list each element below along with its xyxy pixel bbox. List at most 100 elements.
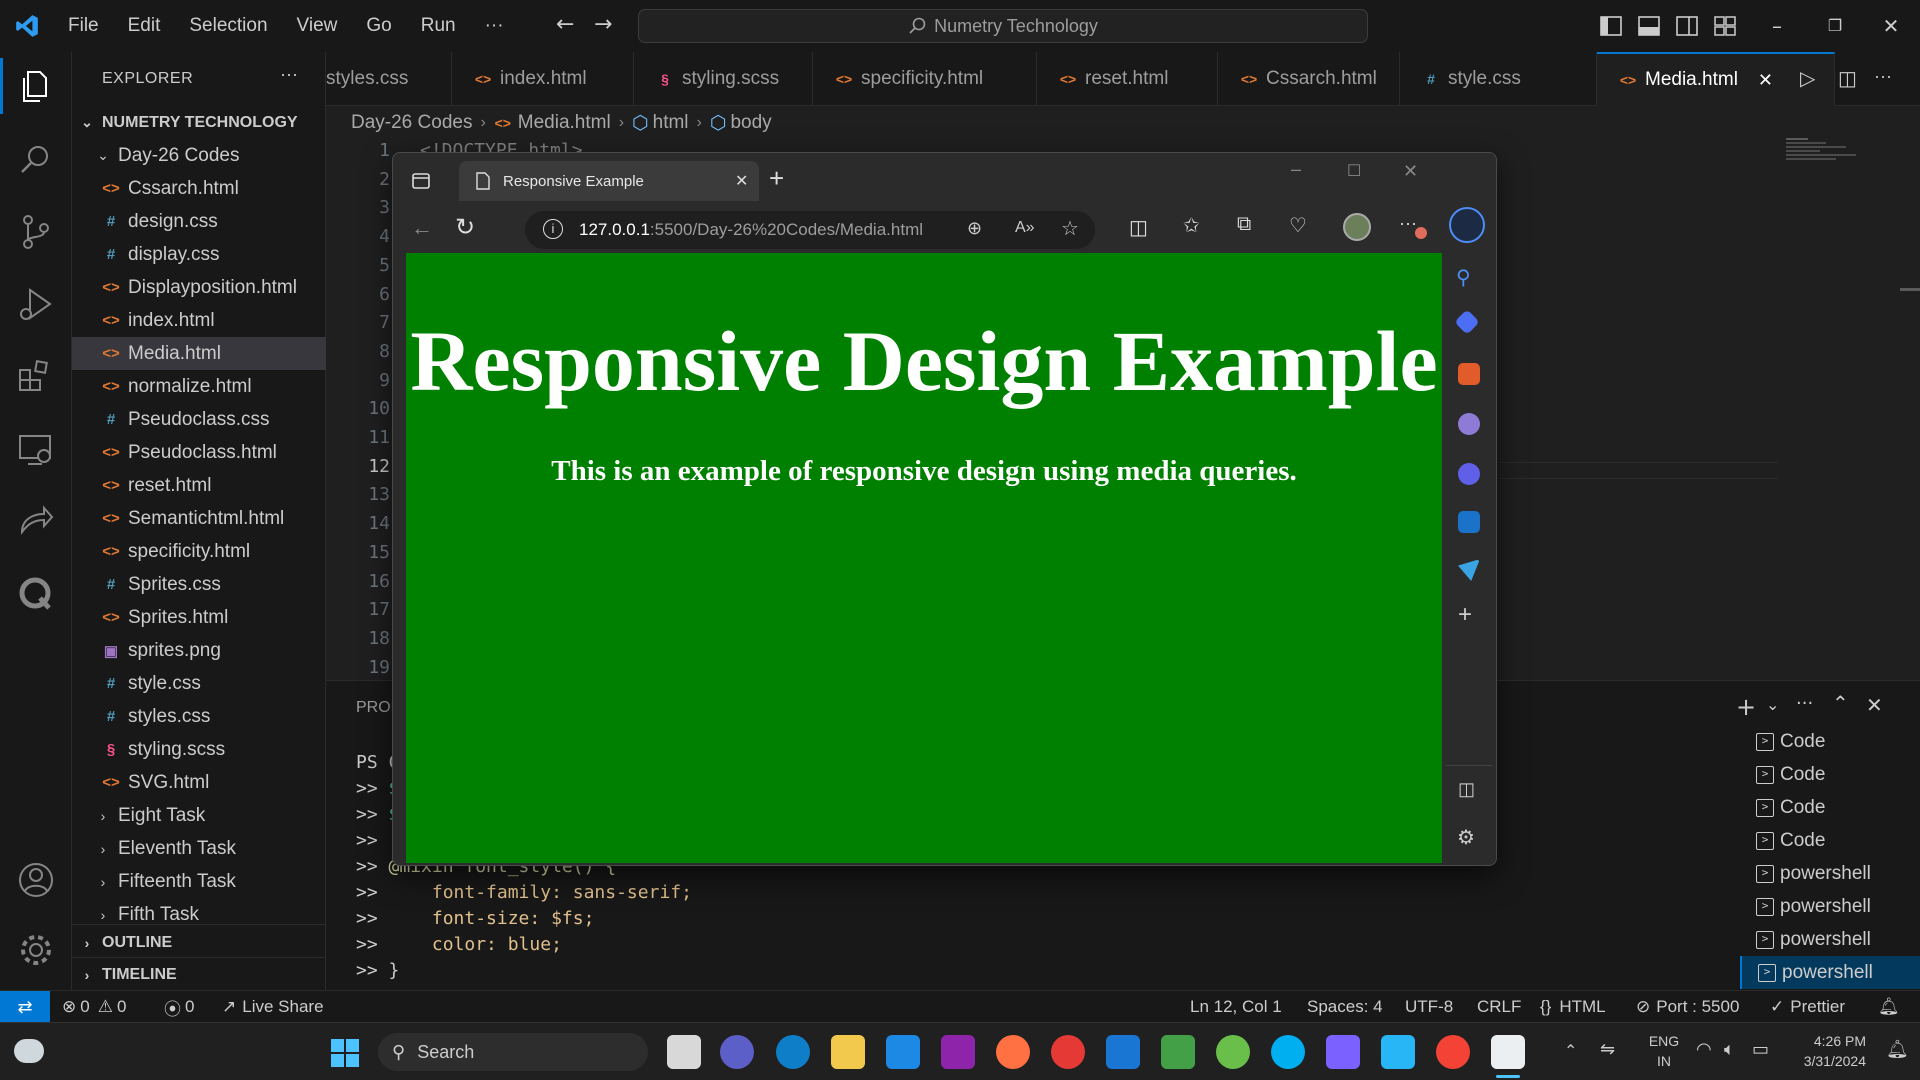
refresh-icon[interactable]: ↻ <box>455 213 475 242</box>
menu-run[interactable]: Run <box>421 15 456 37</box>
timeline-section[interactable]: › TIMELINE <box>72 958 326 991</box>
volume-icon[interactable]: 🔈︎ <box>1724 1039 1735 1060</box>
file-item[interactable]: # display.css <box>72 238 326 271</box>
split-screen-icon[interactable]: ◫ <box>1129 215 1148 240</box>
file-item[interactable]: <> Pseudoclass.html <box>72 436 326 469</box>
notepad-icon[interactable] <box>1381 1035 1415 1069</box>
favorite-star-icon[interactable]: ☆ <box>1061 216 1079 241</box>
file-item[interactable]: # style.css <box>72 667 326 700</box>
command-center-search[interactable]: Numetry Technology <box>638 9 1368 43</box>
zoom-icon[interactable]: ⊕ <box>967 218 982 239</box>
forward-arrow-icon[interactable]: → <box>594 12 612 37</box>
sidebar-settings-gear-icon[interactable]: ⚙ <box>1457 825 1475 850</box>
skype-icon[interactable] <box>1271 1035 1305 1069</box>
extensions-icon[interactable] <box>16 356 56 396</box>
editor-tab[interactable]: # style.css <box>1400 52 1597 106</box>
workspace-root[interactable]: ⌄ NUMETRY TECHNOLOGY <box>72 106 326 139</box>
file-item[interactable]: ▣ sprites.png <box>72 634 326 667</box>
remote-indicator[interactable]: ⇄ <box>0 991 50 1023</box>
shopping-tag-icon[interactable] <box>1454 309 1480 335</box>
menu-more[interactable]: ··· <box>485 15 504 37</box>
menu-view[interactable]: View <box>297 15 338 37</box>
wifi-icon[interactable]: ◠ <box>1696 1039 1712 1060</box>
accounts-icon[interactable] <box>16 860 56 900</box>
customize-layout-icon[interactable] <box>1712 13 1738 39</box>
clock[interactable]: 4:26 PM 3/31/2024 <box>1786 1031 1866 1071</box>
terminal-instance[interactable]: > powershell <box>1740 956 1920 989</box>
editor-tab[interactable]: styles.css <box>326 52 452 106</box>
split-editor-icon[interactable]: ◫ <box>1838 66 1857 91</box>
network-status-icon[interactable]: ⇋ <box>1600 1039 1615 1060</box>
browser-back-icon[interactable]: ← <box>411 215 433 241</box>
taskbar-search-box[interactable]: ⚲ Search <box>378 1033 648 1071</box>
browser-minimize-icon[interactable]: – <box>1291 159 1301 180</box>
code-line-1[interactable]: <!DOCTYPE html> <box>420 140 583 152</box>
excel-icon[interactable] <box>1161 1035 1195 1069</box>
prettier-status[interactable]: ✓ Prettier <box>1770 991 1845 1023</box>
terminal-dropdown-chevron-icon[interactable]: ⌄ <box>1766 695 1779 714</box>
tools-toolbox-icon[interactable] <box>1458 363 1480 385</box>
microsoft-365-icon[interactable] <box>1458 463 1480 485</box>
menu-edit[interactable]: Edit <box>128 15 161 37</box>
explorer-more-button[interactable]: ··· <box>280 64 298 85</box>
explorer-icon[interactable] <box>16 66 56 106</box>
cursor-position[interactable]: Ln 12, Col 1 <box>1190 991 1282 1023</box>
menu-go[interactable]: Go <box>366 15 391 37</box>
minimize-icon[interactable]: – <box>1764 13 1790 39</box>
browser-essentials-icon[interactable]: ♡ <box>1289 213 1307 238</box>
folder-day-26-codes[interactable]: ⌄ Day-26 Codes <box>72 139 326 172</box>
scrollbar-thumb[interactable] <box>1900 288 1920 291</box>
file-item[interactable]: <> Displayposition.html <box>72 271 326 304</box>
menu-selection[interactable]: Selection <box>189 15 267 37</box>
terminal-instance[interactable]: > Code <box>1740 824 1920 857</box>
collections-icon[interactable]: ⧉ <box>1237 213 1251 236</box>
file-item[interactable]: <> SVG.html <box>72 766 326 799</box>
settings-gear-icon[interactable] <box>16 930 56 970</box>
outlook-icon[interactable] <box>1458 511 1480 533</box>
copilot-app-icon[interactable] <box>1326 1035 1360 1069</box>
add-sidebar-app-plus-icon[interactable]: + <box>1458 601 1472 629</box>
weather-widget-icon[interactable] <box>14 1039 44 1063</box>
toggle-secondary-sidebar-icon[interactable] <box>1674 13 1700 39</box>
favorites-icon[interactable]: ✩ <box>1183 213 1200 238</box>
close-panel-icon[interactable]: ✕ <box>1866 693 1883 717</box>
editor-tab[interactable]: § styling.scss <box>634 52 813 106</box>
notifications-bell-icon[interactable]: 🔔︎ <box>1878 991 1900 1023</box>
file-item[interactable]: <> reset.html <box>72 469 326 502</box>
firefox-icon[interactable] <box>996 1035 1030 1069</box>
live-share-icon[interactable] <box>16 502 56 542</box>
file-item[interactable]: <> Media.html <box>72 337 326 370</box>
menu-file[interactable]: File <box>68 15 99 37</box>
hide-sidebar-icon[interactable]: ◫ <box>1458 779 1475 800</box>
back-arrow-icon[interactable]: ← <box>556 12 574 37</box>
restore-icon[interactable]: ❐ <box>1822 13 1848 39</box>
encoding-status[interactable]: UTF-8 <box>1405 991 1453 1023</box>
file-item[interactable]: # styles.css <box>72 700 326 733</box>
input-language[interactable]: ENG IN <box>1644 1031 1684 1071</box>
chrome-icon[interactable] <box>1436 1035 1470 1069</box>
copilot-icon[interactable] <box>1449 207 1485 243</box>
run-file-icon[interactable]: ▷ <box>1800 66 1815 91</box>
teams-meet-icon[interactable] <box>720 1035 754 1069</box>
toggle-primary-sidebar-icon[interactable] <box>1598 13 1624 39</box>
ports-status[interactable]: ⦿ 0 <box>164 991 194 1023</box>
terminal-instance[interactable]: > powershell <box>1740 923 1920 956</box>
run-debug-icon[interactable] <box>16 284 56 324</box>
editor-tab[interactable]: <> reset.html <box>1037 52 1218 106</box>
file-item[interactable]: <> index.html <box>72 304 326 337</box>
breadcrumb-body[interactable]: body <box>730 112 771 134</box>
task-view-icon[interactable] <box>667 1035 701 1069</box>
vscode-taskbar-icon[interactable] <box>886 1035 920 1069</box>
breadcrumb-html[interactable]: html <box>653 112 689 134</box>
snipping-tool-icon[interactable] <box>1491 1035 1525 1069</box>
search-icon[interactable] <box>16 140 56 180</box>
breadcrumb-file[interactable]: Media.html <box>518 112 611 134</box>
file-item[interactable]: # Pseudoclass.css <box>72 403 326 436</box>
browser-close-icon[interactable]: ✕ <box>1403 161 1418 182</box>
file-item[interactable]: # Sprites.css <box>72 568 326 601</box>
toggle-panel-icon[interactable] <box>1636 13 1662 39</box>
close-tab-icon[interactable]: ✕ <box>1758 70 1773 91</box>
browser-maximize-icon[interactable]: ☐ <box>1347 161 1361 181</box>
source-control-icon[interactable] <box>16 212 56 252</box>
problems-status[interactable]: ⊗ 0 ⚠ 0 <box>62 991 126 1023</box>
